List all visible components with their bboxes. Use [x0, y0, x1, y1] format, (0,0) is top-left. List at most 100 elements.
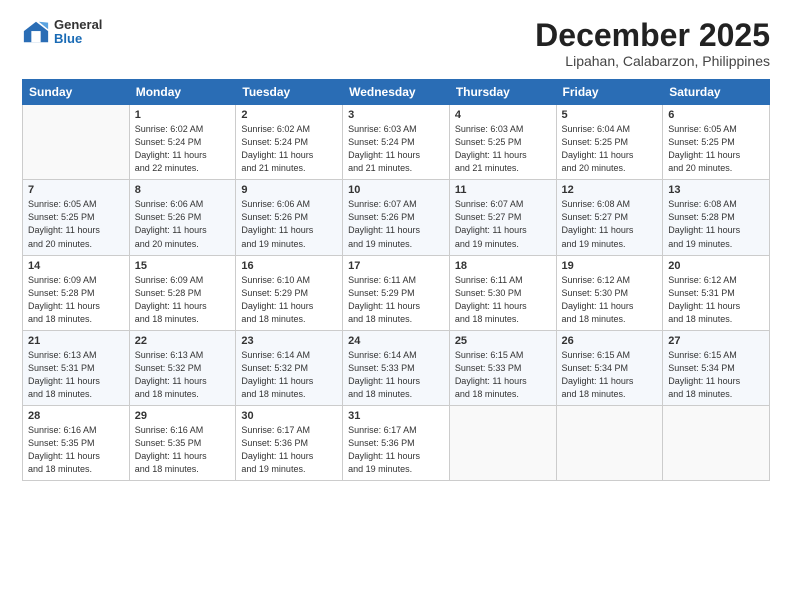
- calendar-cell: [23, 105, 130, 180]
- calendar-cell: 6 Sunrise: 6:05 AMSunset: 5:25 PMDaylight…: [663, 105, 770, 180]
- day-info: Sunrise: 6:14 AMSunset: 5:32 PMDaylight:…: [241, 349, 337, 401]
- calendar-cell: 26 Sunrise: 6:15 AMSunset: 5:34 PMDayligh…: [556, 330, 663, 405]
- calendar-cell: 12 Sunrise: 6:08 AMSunset: 5:27 PMDayligh…: [556, 180, 663, 255]
- day-info: Sunrise: 6:09 AMSunset: 5:28 PMDaylight:…: [28, 274, 124, 326]
- day-number: 30: [241, 410, 337, 422]
- day-info: Sunrise: 6:03 AMSunset: 5:25 PMDaylight:…: [455, 123, 551, 175]
- calendar-cell: [449, 405, 556, 480]
- day-info: Sunrise: 6:06 AMSunset: 5:26 PMDaylight:…: [135, 198, 231, 250]
- day-info: Sunrise: 6:11 AMSunset: 5:30 PMDaylight:…: [455, 274, 551, 326]
- day-info: Sunrise: 6:06 AMSunset: 5:26 PMDaylight:…: [241, 198, 337, 250]
- day-info: Sunrise: 6:14 AMSunset: 5:33 PMDaylight:…: [348, 349, 444, 401]
- calendar-header-row: SundayMondayTuesdayWednesdayThursdayFrid…: [23, 80, 770, 105]
- calendar-header-monday: Monday: [129, 80, 236, 105]
- day-info: Sunrise: 6:03 AMSunset: 5:24 PMDaylight:…: [348, 123, 444, 175]
- day-number: 29: [135, 410, 231, 422]
- calendar-cell: 27Sunrise: 6:15 AMSunset: 5:34 PMDayligh…: [663, 330, 770, 405]
- day-number: 25: [455, 335, 551, 347]
- day-info: Sunrise: 6:17 AMSunset: 5:36 PMDaylight:…: [348, 424, 444, 476]
- day-number: 2: [241, 109, 337, 121]
- calendar-cell: 16Sunrise: 6:10 AMSunset: 5:29 PMDayligh…: [236, 255, 343, 330]
- day-number: 23: [241, 335, 337, 347]
- calendar-cell: 14 Sunrise: 6:09 AMSunset: 5:28 PMDayligh…: [23, 255, 130, 330]
- header: General Blue December 2025 Lipahan, Cala…: [22, 18, 770, 69]
- day-number: 18: [455, 260, 551, 272]
- day-number: 7: [28, 184, 124, 196]
- calendar-cell: 9 Sunrise: 6:06 AMSunset: 5:26 PMDaylight…: [236, 180, 343, 255]
- month-title: December 2025: [535, 18, 770, 53]
- day-info: Sunrise: 6:05 AMSunset: 5:25 PMDaylight:…: [28, 198, 124, 250]
- calendar-cell: [556, 405, 663, 480]
- day-info: Sunrise: 6:10 AMSunset: 5:29 PMDaylight:…: [241, 274, 337, 326]
- day-number: 12: [562, 184, 658, 196]
- day-number: 9: [241, 184, 337, 196]
- day-info: Sunrise: 6:04 AMSunset: 5:25 PMDaylight:…: [562, 123, 658, 175]
- day-number: 8: [135, 184, 231, 196]
- day-info: Sunrise: 6:17 AMSunset: 5:36 PMDaylight:…: [241, 424, 337, 476]
- calendar-cell: 18 Sunrise: 6:11 AMSunset: 5:30 PMDayligh…: [449, 255, 556, 330]
- calendar-cell: 19Sunrise: 6:12 AMSunset: 5:30 PMDayligh…: [556, 255, 663, 330]
- day-info: Sunrise: 6:16 AMSunset: 5:35 PMDaylight:…: [28, 424, 124, 476]
- calendar-cell: 29 Sunrise: 6:16 AMSunset: 5:35 PMDayligh…: [129, 405, 236, 480]
- logo: General Blue: [22, 18, 102, 47]
- day-info: Sunrise: 6:11 AMSunset: 5:29 PMDaylight:…: [348, 274, 444, 326]
- calendar-cell: 28Sunrise: 6:16 AMSunset: 5:35 PMDayligh…: [23, 405, 130, 480]
- calendar-header-thursday: Thursday: [449, 80, 556, 105]
- calendar-cell: 21Sunrise: 6:13 AMSunset: 5:31 PMDayligh…: [23, 330, 130, 405]
- calendar-header-saturday: Saturday: [663, 80, 770, 105]
- day-number: 20: [668, 260, 764, 272]
- day-number: 26: [562, 335, 658, 347]
- day-number: 22: [135, 335, 231, 347]
- day-info: Sunrise: 6:13 AMSunset: 5:31 PMDaylight:…: [28, 349, 124, 401]
- day-number: 14: [28, 260, 124, 272]
- day-info: Sunrise: 6:12 AMSunset: 5:30 PMDaylight:…: [562, 274, 658, 326]
- day-number: 17: [348, 260, 444, 272]
- day-number: 1: [135, 109, 231, 121]
- day-info: Sunrise: 6:08 AMSunset: 5:28 PMDaylight:…: [668, 198, 764, 250]
- calendar-header-wednesday: Wednesday: [343, 80, 450, 105]
- day-info: Sunrise: 6:16 AMSunset: 5:35 PMDaylight:…: [135, 424, 231, 476]
- calendar-cell: 7 Sunrise: 6:05 AMSunset: 5:25 PMDaylight…: [23, 180, 130, 255]
- calendar-cell: 3 Sunrise: 6:03 AMSunset: 5:24 PMDaylight…: [343, 105, 450, 180]
- calendar-cell: 31Sunrise: 6:17 AMSunset: 5:36 PMDayligh…: [343, 405, 450, 480]
- day-number: 13: [668, 184, 764, 196]
- calendar-cell: 11 Sunrise: 6:07 AMSunset: 5:27 PMDayligh…: [449, 180, 556, 255]
- day-info: Sunrise: 6:08 AMSunset: 5:27 PMDaylight:…: [562, 198, 658, 250]
- day-info: Sunrise: 6:02 AMSunset: 5:24 PMDaylight:…: [241, 123, 337, 175]
- calendar-header-tuesday: Tuesday: [236, 80, 343, 105]
- calendar-cell: 5Sunrise: 6:04 AMSunset: 5:25 PMDaylight…: [556, 105, 663, 180]
- logo-icon: [22, 18, 50, 46]
- calendar-week-3: 14 Sunrise: 6:09 AMSunset: 5:28 PMDayligh…: [23, 255, 770, 330]
- calendar-table: SundayMondayTuesdayWednesdayThursdayFrid…: [22, 79, 770, 481]
- day-number: 3: [348, 109, 444, 121]
- calendar-cell: 13 Sunrise: 6:08 AMSunset: 5:28 PMDayligh…: [663, 180, 770, 255]
- day-info: Sunrise: 6:07 AMSunset: 5:26 PMDaylight:…: [348, 198, 444, 250]
- calendar-cell: 10 Sunrise: 6:07 AMSunset: 5:26 PMDayligh…: [343, 180, 450, 255]
- day-info: Sunrise: 6:13 AMSunset: 5:32 PMDaylight:…: [135, 349, 231, 401]
- calendar-cell: 30 Sunrise: 6:17 AMSunset: 5:36 PMDayligh…: [236, 405, 343, 480]
- calendar-cell: 23 Sunrise: 6:14 AMSunset: 5:32 PMDayligh…: [236, 330, 343, 405]
- calendar-cell: 20 Sunrise: 6:12 AMSunset: 5:31 PMDayligh…: [663, 255, 770, 330]
- day-info: Sunrise: 6:15 AMSunset: 5:34 PMDaylight:…: [562, 349, 658, 401]
- logo-blue: Blue: [54, 32, 102, 46]
- day-info: Sunrise: 6:15 AMSunset: 5:33 PMDaylight:…: [455, 349, 551, 401]
- calendar-cell: 15Sunrise: 6:09 AMSunset: 5:28 PMDayligh…: [129, 255, 236, 330]
- calendar-cell: 2 Sunrise: 6:02 AMSunset: 5:24 PMDaylight…: [236, 105, 343, 180]
- logo-general: General: [54, 18, 102, 32]
- day-info: Sunrise: 6:15 AMSunset: 5:34 PMDaylight:…: [668, 349, 764, 401]
- calendar-cell: 8 Sunrise: 6:06 AMSunset: 5:26 PMDaylight…: [129, 180, 236, 255]
- calendar-cell: 17 Sunrise: 6:11 AMSunset: 5:29 PMDayligh…: [343, 255, 450, 330]
- calendar-header-friday: Friday: [556, 80, 663, 105]
- day-info: Sunrise: 6:12 AMSunset: 5:31 PMDaylight:…: [668, 274, 764, 326]
- calendar-week-4: 21Sunrise: 6:13 AMSunset: 5:31 PMDayligh…: [23, 330, 770, 405]
- page: General Blue December 2025 Lipahan, Cala…: [0, 0, 792, 612]
- calendar-week-2: 7 Sunrise: 6:05 AMSunset: 5:25 PMDaylight…: [23, 180, 770, 255]
- day-info: Sunrise: 6:05 AMSunset: 5:25 PMDaylight:…: [668, 123, 764, 175]
- day-number: 11: [455, 184, 551, 196]
- day-number: 6: [668, 109, 764, 121]
- day-number: 4: [455, 109, 551, 121]
- day-number: 10: [348, 184, 444, 196]
- calendar-cell: [663, 405, 770, 480]
- title-area: December 2025 Lipahan, Calabarzon, Phili…: [535, 18, 770, 69]
- day-info: Sunrise: 6:07 AMSunset: 5:27 PMDaylight:…: [455, 198, 551, 250]
